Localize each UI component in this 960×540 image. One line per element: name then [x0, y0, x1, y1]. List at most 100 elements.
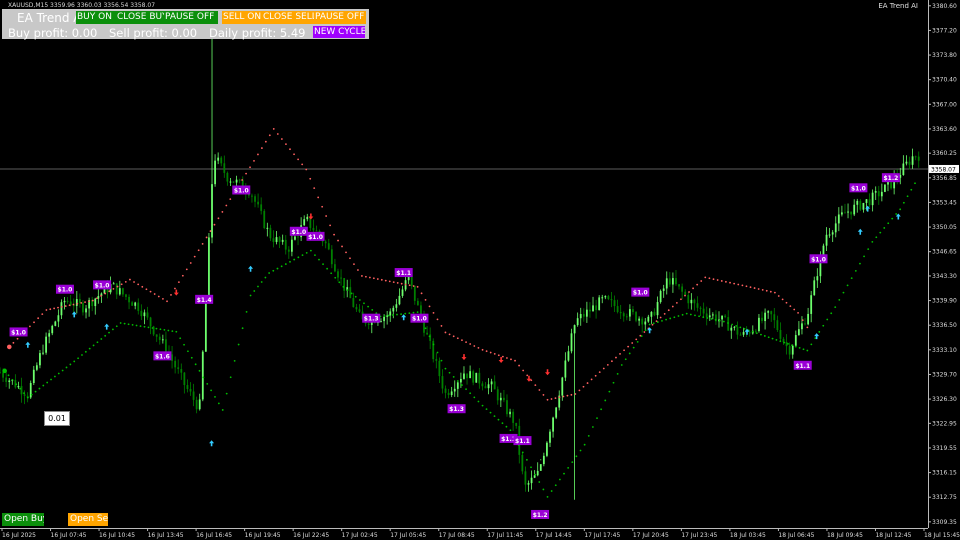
trail-dot — [301, 254, 304, 256]
time-tick-label: 17 Jul 23:45 — [681, 532, 717, 539]
candle-body — [54, 321, 57, 326]
trail-dot — [665, 318, 667, 321]
trail-dot — [175, 330, 178, 333]
candle-body — [622, 313, 625, 317]
trail-dot — [131, 323, 134, 326]
trail-dot — [623, 349, 625, 352]
trail-dot — [627, 345, 630, 348]
trail-dot — [505, 425, 508, 428]
candle-body — [60, 302, 63, 316]
trail-dot — [590, 378, 593, 381]
trail-dot — [485, 350, 488, 353]
candle-body — [902, 163, 905, 175]
time-tick-label: 17 Jul 08:45 — [439, 532, 475, 539]
trail-dot — [361, 275, 363, 277]
trail-dot — [333, 233, 335, 236]
trail-dot — [794, 345, 797, 348]
candle-body — [51, 325, 54, 334]
trail-dot — [534, 384, 537, 387]
candle-body — [35, 365, 38, 370]
trail-dot — [408, 284, 411, 287]
time-tick-label: 16 Jul 10:45 — [99, 532, 135, 539]
trail-dot — [777, 295, 780, 297]
new-cycle-button[interactable]: NEW CYCLE — [313, 26, 365, 38]
trail-dot — [197, 249, 200, 252]
trail-dot — [81, 354, 83, 356]
profit-label-text: $1.1 — [515, 438, 530, 445]
profit-label-text: $1.0 — [11, 329, 26, 336]
trail-dot — [509, 429, 512, 432]
candle-body — [186, 385, 189, 389]
trail-dot — [179, 337, 182, 340]
candle-body — [647, 316, 650, 322]
trail-dot — [914, 182, 916, 185]
trail-dot — [712, 278, 715, 281]
candle-body — [66, 300, 69, 302]
trail-dot — [285, 143, 287, 146]
trail-dot — [314, 254, 316, 257]
trail-dot — [899, 208, 902, 211]
trail-dot — [806, 349, 809, 352]
pause-buy-button[interactable]: PAUSE OFF — [164, 11, 218, 24]
trail-dot — [354, 295, 357, 298]
candle-body — [161, 339, 164, 341]
candle-body — [865, 199, 868, 203]
candle-body — [183, 372, 186, 386]
candle-body — [137, 302, 140, 311]
trail-dot — [749, 286, 752, 289]
trail-dot — [822, 324, 825, 327]
sell-on-button[interactable]: SELL ON — [222, 11, 264, 24]
trail-dot — [891, 217, 894, 220]
lot-size-input[interactable]: 0.01 — [44, 411, 70, 426]
candle-body — [223, 163, 226, 173]
open-buy-button[interactable]: Open Buy — [2, 513, 44, 526]
trail-dot — [879, 231, 882, 234]
close-sell-button[interactable]: CLOSE SELL — [262, 11, 314, 24]
sell-arrow-icon — [545, 369, 551, 376]
candle-body — [868, 199, 871, 206]
trail-dot — [489, 411, 492, 414]
pause-sell-button[interactable]: PAUSE OFF — [314, 11, 366, 24]
candle-body — [174, 360, 177, 368]
trail-dot — [643, 331, 646, 333]
candle-body — [158, 336, 161, 340]
price-tick-label: 3339.90 — [932, 298, 957, 305]
candle-body — [844, 212, 846, 214]
buy-on-button[interactable]: BUY ON — [76, 11, 118, 24]
candle-body — [407, 276, 410, 281]
trail-dot — [570, 393, 573, 396]
candle-body — [315, 230, 318, 232]
candle-body — [149, 317, 152, 327]
sell-arrow-icon — [308, 213, 314, 220]
trail-start-marker — [6, 344, 12, 350]
trail-dot — [608, 390, 611, 393]
candle-body — [32, 369, 35, 384]
trail-dot — [867, 248, 870, 251]
trail-dot — [189, 262, 192, 264]
trail-dot — [755, 332, 758, 335]
candle-body — [884, 184, 886, 192]
candle-body — [453, 388, 456, 392]
trail-dot — [280, 265, 283, 268]
trail-dot — [167, 329, 170, 332]
candle-body — [794, 335, 797, 346]
trail-dot — [268, 134, 271, 137]
open-sell-button[interactable]: Open Sell — [68, 513, 108, 526]
trail-dot — [481, 404, 484, 407]
profit-label-text: $1.2 — [533, 512, 548, 519]
trail-dot — [753, 287, 756, 289]
candle-body — [260, 204, 263, 211]
trail-dot — [834, 306, 837, 308]
candle-body — [238, 179, 241, 181]
trail-dot — [720, 280, 723, 282]
trail-dot — [718, 319, 721, 322]
close-buy-button[interactable]: CLOSE BUY — [116, 11, 164, 24]
candle-body — [463, 373, 465, 379]
price-chart[interactable]: 3380.60 3377.20 3373.80 3370.40 3367.00 3363.… — [0, 0, 960, 540]
trail-dot — [729, 281, 731, 284]
candle-body — [665, 278, 668, 289]
candle-body — [8, 380, 11, 382]
candle-body — [355, 307, 358, 310]
trail-dot — [501, 422, 504, 425]
trail-dot — [166, 300, 168, 303]
